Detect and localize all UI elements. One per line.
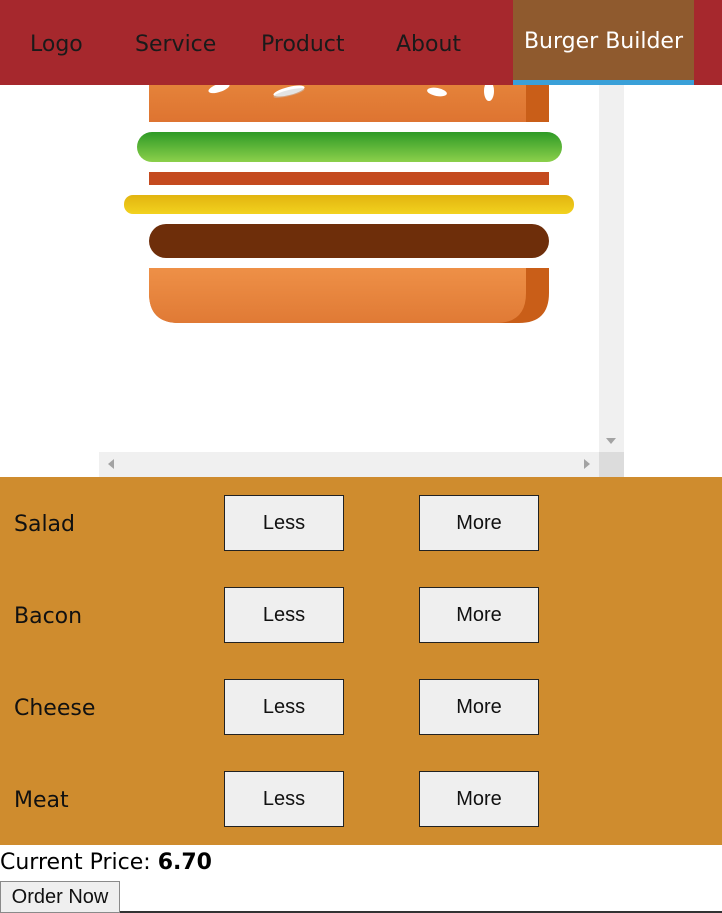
nav-item-burger-builder-label: Burger Builder [523, 29, 684, 54]
nav-item-service[interactable]: Service [135, 30, 216, 60]
more-cheese-button[interactable]: More [419, 679, 539, 735]
ingredient-label: Cheese [14, 696, 96, 721]
scroll-right-arrow-icon[interactable] [584, 459, 590, 469]
current-price: Current Price: 6.70 [0, 848, 212, 878]
bun-top [149, 85, 549, 122]
nav-item-logo[interactable]: Logo [30, 30, 83, 60]
bun-bottom [149, 268, 549, 323]
nav-item-about[interactable]: About [396, 30, 461, 60]
less-salad-button[interactable]: Less [224, 495, 344, 551]
control-row-salad: Salad Less More [0, 477, 722, 569]
salad-layer [137, 132, 562, 162]
ingredient-label: Meat [14, 788, 69, 813]
ingredient-label: Salad [14, 512, 76, 537]
nav-item-burger-builder[interactable]: Burger Builder [513, 0, 694, 85]
less-bacon-button[interactable]: Less [224, 587, 344, 643]
more-meat-button[interactable]: More [419, 771, 539, 827]
current-price-value: 6.70 [157, 850, 212, 875]
control-row-meat: Meat Less More [0, 753, 722, 845]
burger-preview [99, 85, 624, 477]
scroll-left-arrow-icon[interactable] [108, 459, 114, 469]
cheese-layer [124, 195, 574, 214]
ingredient-label: Bacon [14, 604, 83, 629]
less-meat-button[interactable]: Less [224, 771, 344, 827]
current-price-label: Current Price: [0, 850, 158, 875]
less-cheese-button[interactable]: Less [224, 679, 344, 735]
navbar: Logo Service Product About Burger Builde… [0, 0, 722, 85]
control-row-bacon: Bacon Less More [0, 569, 722, 661]
control-row-cheese: Cheese Less More [0, 661, 722, 753]
more-bacon-button[interactable]: More [419, 587, 539, 643]
meat-layer [149, 224, 549, 258]
build-controls: Salad Less More Bacon Less More Cheese L… [0, 477, 722, 845]
nav-item-product[interactable]: Product [261, 30, 345, 60]
scrollbar-corner [599, 452, 624, 477]
vertical-scrollbar[interactable] [599, 85, 624, 452]
burger-illustration [124, 85, 574, 323]
horizontal-scrollbar[interactable] [99, 452, 599, 477]
bacon-layer [149, 172, 549, 185]
more-salad-button[interactable]: More [419, 495, 539, 551]
order-now-button[interactable]: Order Now [0, 881, 120, 913]
scroll-down-arrow-icon[interactable] [606, 438, 616, 444]
